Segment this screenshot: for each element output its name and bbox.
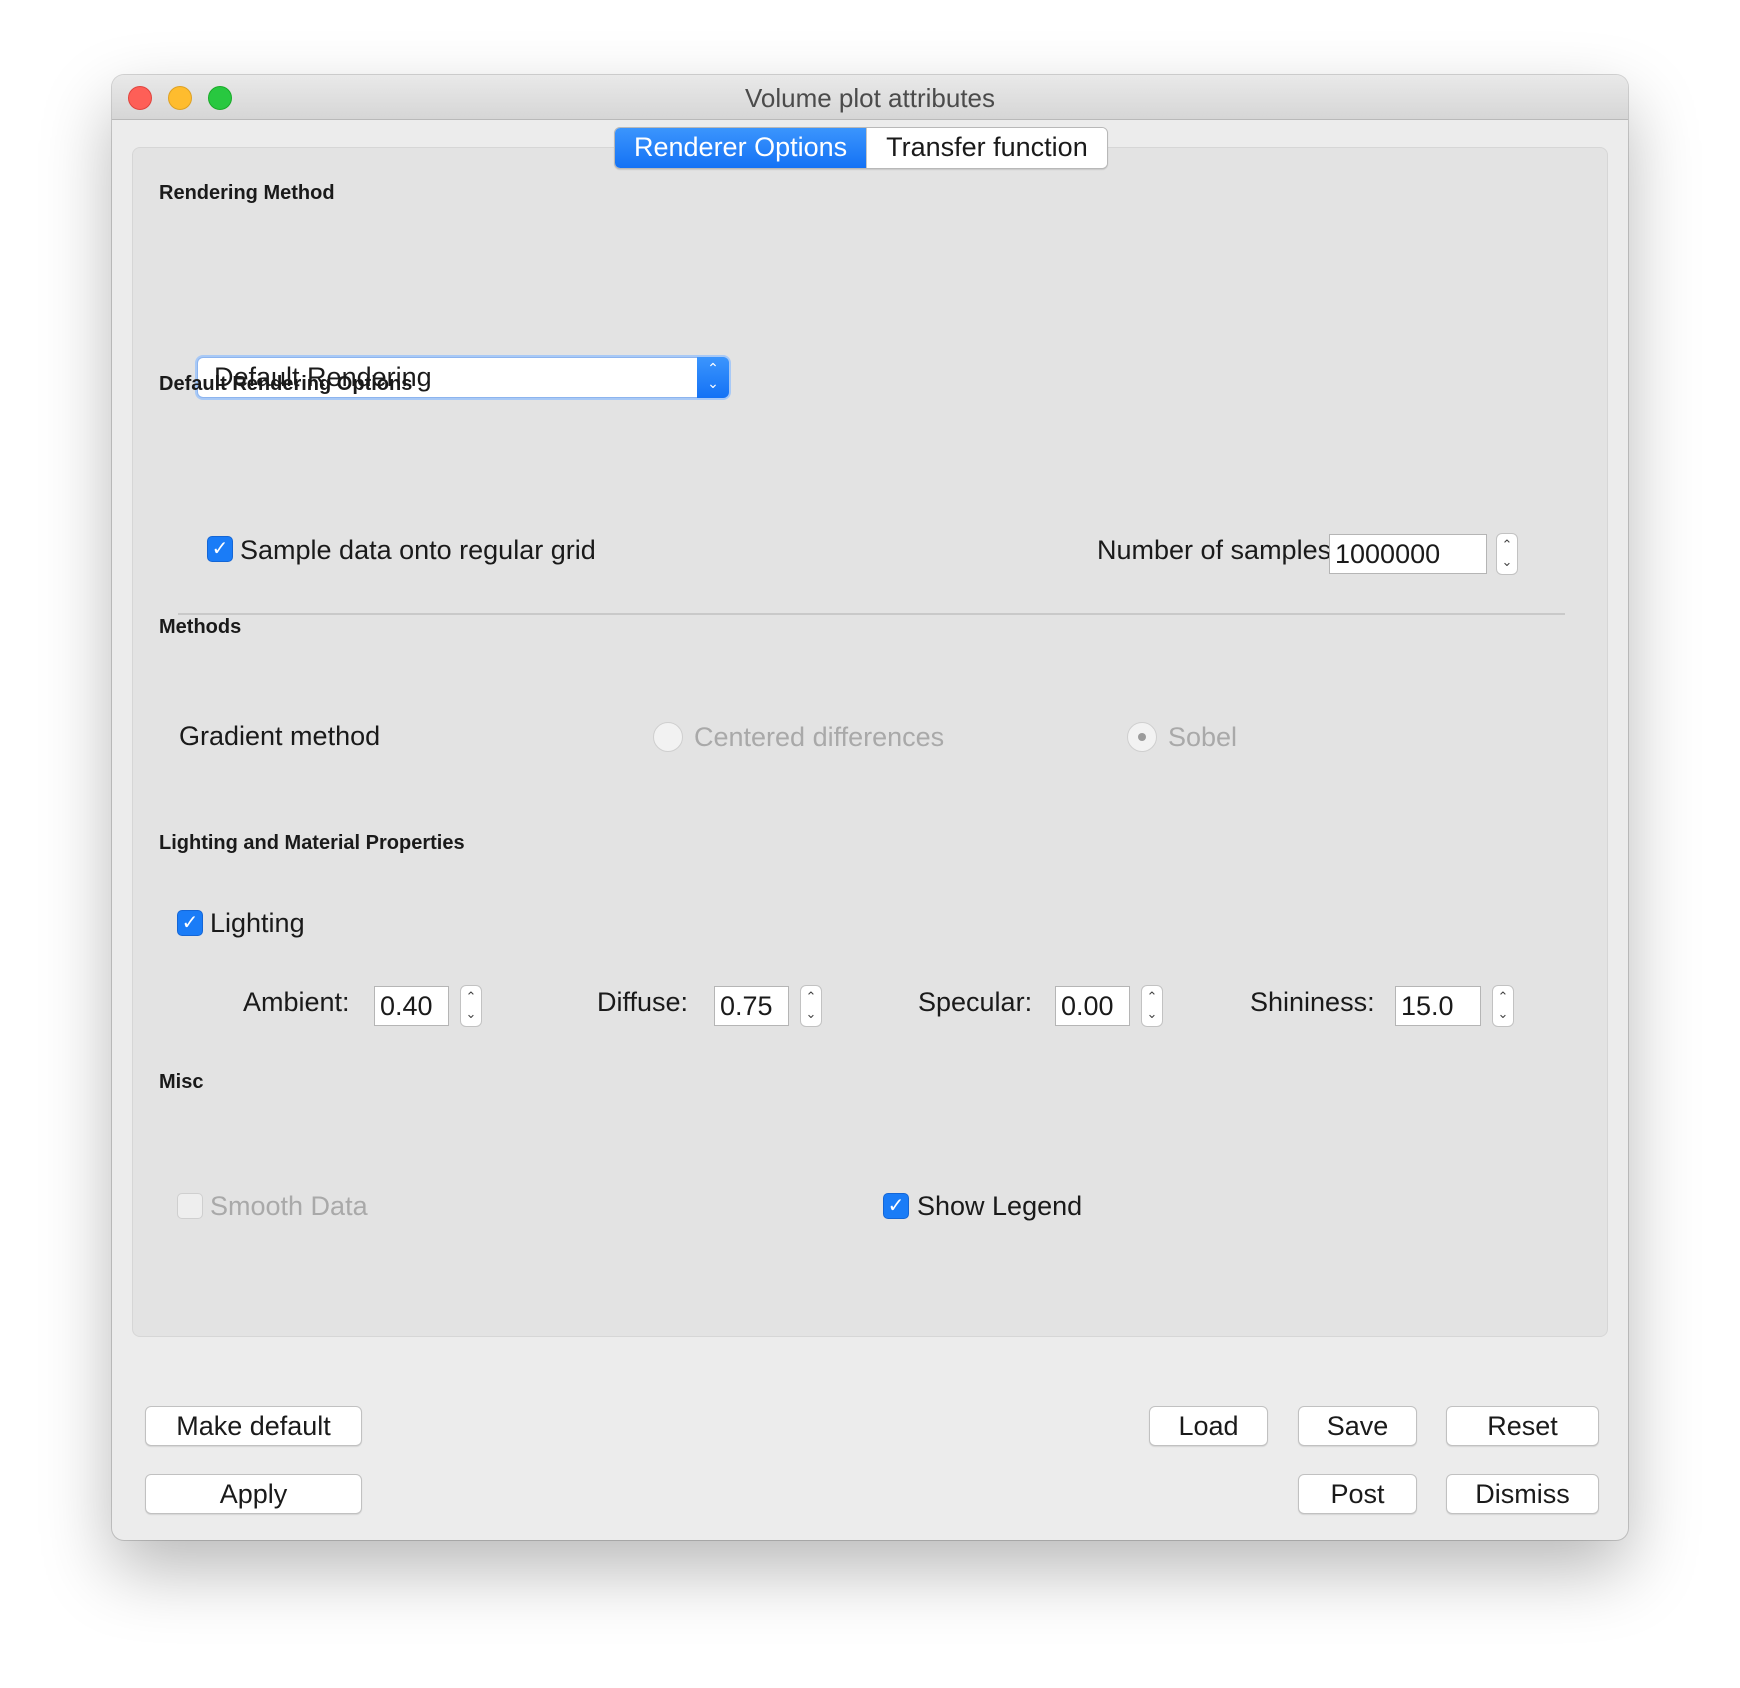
smooth-data-label: Smooth Data bbox=[210, 1191, 368, 1221]
dismiss-button[interactable]: Dismiss bbox=[1446, 1474, 1599, 1514]
centered-differences-label: Centered differences bbox=[694, 722, 945, 752]
tab-renderer-options[interactable]: Renderer Options bbox=[615, 128, 867, 168]
sobel-label: Sobel bbox=[1168, 722, 1238, 752]
number-of-samples-input[interactable]: 1000000 bbox=[1329, 534, 1487, 574]
separator-line bbox=[178, 613, 1565, 615]
specular-label: Specular: bbox=[918, 987, 1033, 1017]
volume-plot-attributes-window: Volume plot attributes Rendering Method … bbox=[112, 75, 1628, 1540]
apply-button[interactable]: Apply bbox=[145, 1474, 362, 1514]
window-title: Volume plot attributes bbox=[744, 83, 996, 113]
renderer-options-panel: Rendering Method Default Rendering ⌃ ⌄ De… bbox=[132, 147, 1608, 1337]
tab-bar: Renderer Options Transfer function bbox=[614, 127, 1108, 169]
shininess-input[interactable]: 15.0 bbox=[1395, 986, 1481, 1026]
smooth-data-checkbox[interactable] bbox=[177, 1193, 203, 1219]
lighting-label: Lighting bbox=[210, 908, 305, 938]
title-bar[interactable]: Volume plot attributes bbox=[112, 75, 1628, 120]
show-legend-label: Show Legend bbox=[917, 1191, 1083, 1221]
diffuse-stepper[interactable]: ⌃ ⌄ bbox=[800, 985, 822, 1027]
methods-group-label: Methods bbox=[159, 616, 242, 638]
reset-button[interactable]: Reset bbox=[1446, 1406, 1599, 1446]
select-up-down-arrows-icon: ⌃ ⌄ bbox=[697, 357, 729, 398]
sobel-radio[interactable] bbox=[1127, 722, 1157, 752]
gradient-method-label: Gradient method bbox=[179, 721, 381, 751]
specular-input[interactable]: 0.00 bbox=[1055, 986, 1130, 1026]
save-button[interactable]: Save bbox=[1298, 1406, 1417, 1446]
make-default-button[interactable]: Make default bbox=[145, 1406, 362, 1446]
shininess-stepper[interactable]: ⌃ ⌄ bbox=[1492, 985, 1514, 1027]
shininess-label: Shininess: bbox=[1250, 987, 1375, 1017]
lighting-group-label: Lighting and Material Properties bbox=[159, 832, 465, 854]
number-of-samples-stepper[interactable]: ⌃ ⌄ bbox=[1496, 533, 1518, 575]
ambient-stepper[interactable]: ⌃ ⌄ bbox=[460, 985, 482, 1027]
sample-grid-label: Sample data onto regular grid bbox=[240, 535, 596, 565]
sample-grid-checkbox[interactable]: ✓ bbox=[207, 536, 233, 562]
rendering-method-group-label: Rendering Method bbox=[159, 182, 335, 204]
number-of-samples-label: Number of samples bbox=[1097, 535, 1332, 565]
post-button[interactable]: Post bbox=[1298, 1474, 1417, 1514]
diffuse-label: Diffuse: bbox=[597, 987, 689, 1017]
default-rendering-options-group-label: Default Rendering Options bbox=[159, 373, 413, 395]
misc-group-label: Misc bbox=[159, 1071, 204, 1093]
diffuse-input[interactable]: 0.75 bbox=[714, 986, 789, 1026]
specular-stepper[interactable]: ⌃ ⌄ bbox=[1141, 985, 1163, 1027]
lighting-checkbox[interactable]: ✓ bbox=[177, 910, 203, 936]
load-button[interactable]: Load bbox=[1149, 1406, 1268, 1446]
centered-differences-radio[interactable] bbox=[653, 722, 683, 752]
ambient-label: Ambient: bbox=[243, 987, 350, 1017]
ambient-input[interactable]: 0.40 bbox=[374, 986, 449, 1026]
tab-transfer-function[interactable]: Transfer function bbox=[866, 128, 1107, 168]
show-legend-checkbox[interactable]: ✓ bbox=[883, 1193, 909, 1219]
